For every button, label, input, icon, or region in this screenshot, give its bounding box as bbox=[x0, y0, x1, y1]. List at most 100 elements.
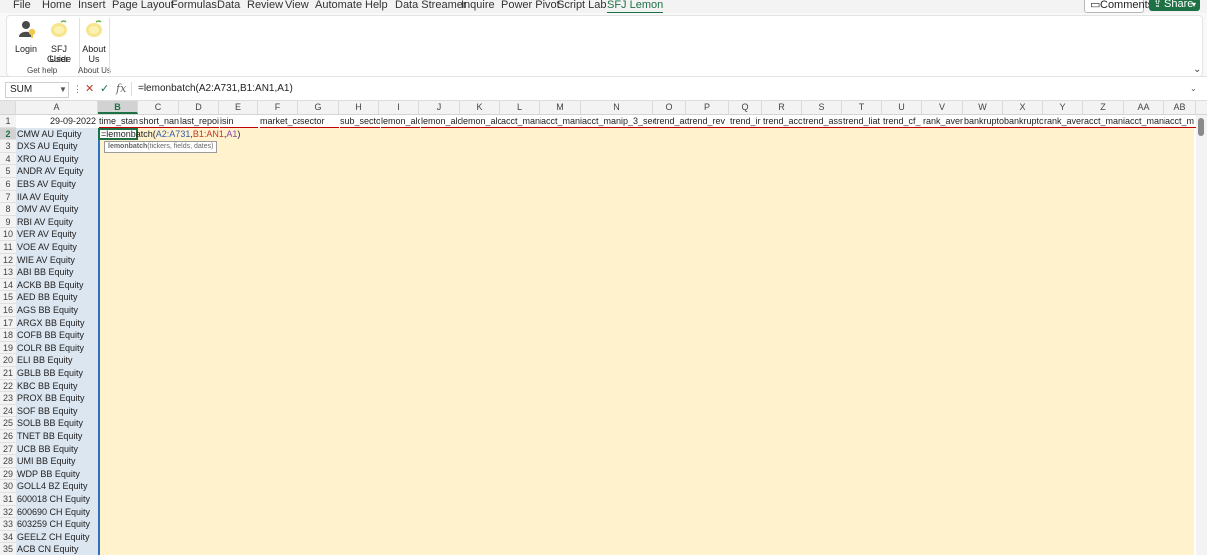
row-header[interactable]: 11 bbox=[0, 241, 16, 254]
tab-data[interactable]: Data bbox=[217, 0, 240, 12]
ticker-cell[interactable]: SOLB BB Equity bbox=[17, 417, 97, 430]
row-header[interactable]: 22 bbox=[0, 379, 16, 393]
column-header[interactable]: D bbox=[179, 101, 219, 114]
cell-b1[interactable]: time_stan bbox=[99, 115, 139, 128]
column-header[interactable]: E bbox=[219, 101, 258, 114]
column-header[interactable]: V bbox=[922, 101, 963, 114]
cell-c1[interactable]: short_nan bbox=[139, 115, 180, 128]
tab-home[interactable]: Home bbox=[42, 0, 71, 12]
column-header[interactable]: M bbox=[540, 101, 581, 114]
ticker-cell[interactable]: 603259 CH Equity bbox=[17, 518, 97, 531]
cell-aa1[interactable]: acct_mani bbox=[1125, 115, 1165, 128]
expand-formula-icon[interactable]: ⌄ bbox=[1190, 82, 1197, 96]
enter-check-icon[interactable]: ✓ bbox=[100, 82, 109, 96]
more-options-icon[interactable]: ⋮ bbox=[73, 82, 82, 96]
row-header[interactable]: 3 bbox=[0, 140, 16, 153]
column-header[interactable]: AB bbox=[1164, 101, 1196, 114]
ticker-cell[interactable]: GEELZ CH Equity bbox=[17, 531, 97, 544]
tab-data-streamer[interactable]: Data Streamer bbox=[395, 0, 467, 12]
row-header[interactable]: 7 bbox=[0, 190, 16, 204]
ticker-cell[interactable]: OMV AV Equity bbox=[17, 203, 97, 216]
row-header[interactable]: 12 bbox=[0, 253, 16, 267]
name-box[interactable]: SUM ▼ bbox=[5, 82, 69, 98]
cell-m1[interactable]: acct_mani bbox=[541, 115, 582, 128]
column-header[interactable]: T bbox=[842, 101, 882, 114]
column-header[interactable]: B bbox=[98, 101, 138, 114]
row-header[interactable]: 18 bbox=[0, 329, 16, 342]
row-header[interactable]: 14 bbox=[0, 278, 16, 292]
row-header[interactable]: 16 bbox=[0, 304, 16, 317]
cell-d1[interactable]: last_repoi bbox=[180, 115, 219, 128]
column-header[interactable]: U bbox=[882, 101, 922, 114]
cell-h1[interactable]: sub_secto bbox=[340, 115, 380, 128]
cell-l1[interactable]: acct_mani bbox=[501, 115, 541, 128]
cell-q1[interactable]: trend_ir bbox=[730, 115, 763, 128]
tab-inquire[interactable]: Inquire bbox=[461, 0, 495, 12]
share-dropdown-icon[interactable]: ▾ bbox=[1192, 0, 1196, 11]
cell-w1[interactable]: bankrupto bbox=[964, 115, 1004, 128]
ticker-cell[interactable]: VER AV Equity bbox=[17, 228, 97, 241]
ticker-cell[interactable]: PROX BB Equity bbox=[17, 392, 97, 405]
row-header[interactable]: 29 bbox=[0, 467, 16, 481]
ticker-cell[interactable]: 600018 CH Equity bbox=[17, 493, 97, 506]
tab-formulas[interactable]: Formulas bbox=[171, 0, 217, 12]
cell-u1[interactable]: trend_cf_ bbox=[883, 115, 923, 128]
ticker-cell[interactable]: GOLL4 BZ Equity bbox=[17, 480, 97, 493]
tab-review[interactable]: Review bbox=[247, 0, 283, 12]
share-button[interactable]: ⇪ Share ▾ bbox=[1149, 0, 1200, 11]
row-header[interactable]: 33 bbox=[0, 518, 16, 531]
tab-script-lab[interactable]: Script Lab bbox=[557, 0, 607, 12]
row-header[interactable]: 31 bbox=[0, 493, 16, 506]
column-header[interactable]: W bbox=[963, 101, 1003, 114]
column-header[interactable]: R bbox=[762, 101, 802, 114]
cell-x1[interactable]: bankruptc bbox=[1004, 115, 1044, 128]
cell-ab1[interactable]: acct_m bbox=[1165, 115, 1196, 128]
cell-z1[interactable]: acct_mani bbox=[1084, 115, 1125, 128]
cell-t1[interactable]: trend_liat bbox=[843, 115, 883, 128]
scroll-thumb[interactable] bbox=[1198, 118, 1204, 136]
ticker-cell[interactable]: XRO AU Equity bbox=[17, 153, 97, 166]
cell-r1[interactable]: trend_acc bbox=[763, 115, 803, 128]
sfj-user-guide-button[interactable]: SFJ User Guide bbox=[41, 18, 77, 64]
ticker-cell[interactable]: 600690 CH Equity bbox=[17, 506, 97, 519]
ticker-cell[interactable]: ACB CN Equity bbox=[17, 543, 97, 555]
column-header[interactable]: I bbox=[379, 101, 419, 114]
cell-edit-formula[interactable]: =lemonbatch(A2:A731,B1:AN1,A1) bbox=[101, 128, 240, 140]
row-header[interactable]: 23 bbox=[0, 392, 16, 405]
ticker-cell[interactable]: AGS BB Equity bbox=[17, 304, 97, 317]
column-header[interactable]: N bbox=[581, 101, 653, 114]
row-header[interactable]: 30 bbox=[0, 480, 16, 493]
cell-y1[interactable]: rank_aver bbox=[1044, 115, 1084, 128]
column-header[interactable]: Q bbox=[729, 101, 762, 114]
login-button[interactable]: Login bbox=[11, 18, 41, 64]
ticker-cell[interactable]: VOE AV Equity bbox=[17, 241, 97, 254]
ticker-cell[interactable]: ABI BB Equity bbox=[17, 266, 97, 279]
ticker-cell[interactable]: GBLB BB Equity bbox=[17, 367, 97, 380]
tab-sfj-lemon[interactable]: SFJ Lemon bbox=[607, 0, 664, 14]
tab-file[interactable]: File bbox=[13, 0, 31, 12]
select-all-corner[interactable] bbox=[0, 101, 16, 114]
cell-o1[interactable]: trend_ac bbox=[654, 115, 687, 128]
row-header[interactable]: 24 bbox=[0, 404, 16, 418]
column-header[interactable]: Y bbox=[1043, 101, 1083, 114]
cancel-icon[interactable]: ✕ bbox=[85, 82, 94, 96]
ticker-cell[interactable]: CMW AU Equity bbox=[17, 128, 97, 141]
collapse-ribbon-icon[interactable]: ⌄ bbox=[1193, 64, 1201, 75]
column-header[interactable]: A bbox=[16, 101, 98, 114]
row-header[interactable]: 5 bbox=[0, 165, 16, 178]
ticker-cell[interactable]: DXS AU Equity bbox=[17, 140, 97, 153]
cell-f1[interactable]: market_ca bbox=[260, 115, 300, 128]
cell-a1[interactable]: 29-09-2022 bbox=[16, 115, 98, 128]
row-header[interactable]: 15 bbox=[0, 291, 16, 304]
ticker-cell[interactable]: AED BB Equity bbox=[17, 291, 97, 304]
row-header[interactable]: 35 bbox=[0, 543, 16, 555]
tab-page-layout[interactable]: Page Layout bbox=[112, 0, 174, 12]
ticker-cell[interactable]: RBI AV Equity bbox=[17, 216, 97, 229]
column-header[interactable]: X bbox=[1003, 101, 1043, 114]
row-header[interactable]: 20 bbox=[0, 354, 16, 367]
row-header[interactable]: 17 bbox=[0, 316, 16, 330]
row-header[interactable]: 21 bbox=[0, 367, 16, 380]
row-header[interactable]: 13 bbox=[0, 266, 16, 279]
row-header[interactable]: 2 bbox=[0, 127, 16, 141]
function-signature-tooltip[interactable]: lemonbatch(tickers, fields, dates) bbox=[104, 141, 218, 153]
